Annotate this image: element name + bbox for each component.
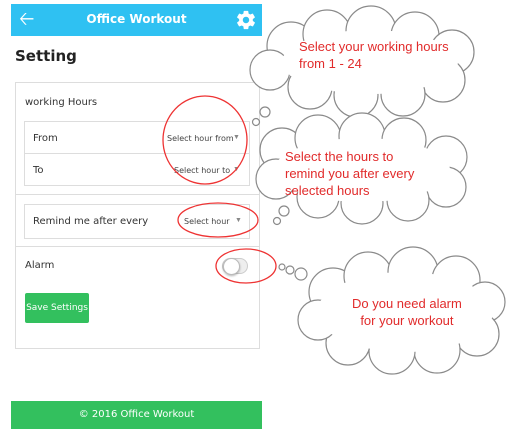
caret-down-icon: ▼ [235, 217, 242, 224]
annotation-line: for your workout [360, 313, 454, 328]
alarm-label: Alarm [25, 260, 55, 271]
section-divider [16, 194, 259, 195]
working-hours-label: working Hours [25, 97, 98, 108]
to-hour-select[interactable]: Select hour to ▼ [170, 160, 245, 180]
to-label: To [33, 165, 44, 176]
page-title: Setting [15, 47, 77, 65]
settings-card: working Hours From Select hour from ▼ To… [15, 82, 260, 349]
save-settings-button[interactable]: Save Settings [25, 293, 89, 323]
cloud-annotation-reminder: Select the hours to remind you after eve… [285, 148, 414, 199]
annotation-line: Select your working hours [299, 39, 449, 54]
row-divider [25, 153, 249, 154]
from-hour-select[interactable]: Select hour from ▼ [163, 128, 245, 148]
app-bar: 🡠 Office Workout [11, 4, 262, 36]
cloud-annotation-alarm: Do you need alarm for your workout [352, 295, 462, 329]
annotation-line: Do you need alarm [352, 296, 462, 311]
toggle-knob [223, 258, 240, 275]
from-label: From [33, 133, 58, 144]
caret-down-icon: ▼ [233, 166, 240, 173]
from-hour-value: Select hour from [167, 134, 234, 143]
alarm-toggle[interactable] [222, 258, 248, 275]
app-title: Office Workout [86, 12, 187, 26]
caret-down-icon: ▼ [233, 134, 240, 141]
gear-icon[interactable] [235, 9, 257, 31]
annotation-line: selected hours [285, 183, 370, 198]
remind-label: Remind me after every [33, 216, 149, 227]
cloud-annotation-working-hours: Select your working hours from 1 - 24 [299, 38, 449, 72]
remind-group: Remind me after every Select hour ▼ [24, 204, 250, 239]
to-hour-value: Select hour to [174, 166, 231, 175]
footer: © 2016 Office Workout [11, 401, 262, 429]
section-divider [16, 246, 259, 247]
working-hours-group: From Select hour from ▼ To Select hour t… [24, 121, 250, 186]
annotation-line: Select the hours to [285, 149, 394, 164]
remind-hour-value: Select hour [184, 217, 230, 226]
annotation-line: from 1 - 24 [299, 56, 362, 71]
remind-hour-select[interactable]: Select hour ▼ [180, 211, 246, 231]
annotation-line: remind you after every [285, 166, 415, 181]
